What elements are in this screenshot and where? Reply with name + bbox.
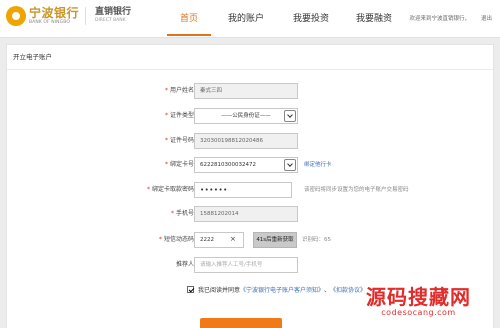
top-header: 宁波银行 BANK OF NINGBO 直销银行 DIRECT BANK 首页 … [0, 0, 500, 38]
submit-button[interactable] [200, 318, 282, 328]
nav-home[interactable]: 首页 [165, 0, 213, 38]
direct-bank-name: 直销银行 [95, 7, 132, 18]
resend-sms-button[interactable]: 41s后重新获取 [253, 232, 297, 248]
main-nav: 首页 我的账户 我要投资 我要融资 [165, 0, 405, 38]
logout-link[interactable]: 退出 [481, 14, 492, 22]
welcome-text: 欢迎来到宁波直销银行， [409, 16, 470, 22]
row-phone: * 手机号： 15881202014 [0, 206, 500, 222]
card-password-label: * 绑定卡取款密码： [146, 186, 200, 193]
bank-logo-icon [6, 6, 26, 26]
logo-english: BANK OF NINGBO [29, 19, 70, 25]
bind-other-card-link[interactable]: 绑定他行卡 [304, 157, 332, 173]
row-sms-code: * 短信动态码： 2222 × 41s后重新获取 识别码：65 [0, 232, 500, 248]
bank-logo[interactable]: 宁波银行 BANK OF NINGBO 直销银行 DIRECT BANK [6, 6, 131, 26]
row-id-number: * 证件号码： 320300198812020486 [0, 133, 500, 149]
chevron-down-icon[interactable] [284, 110, 296, 122]
clear-icon[interactable]: × [230, 235, 236, 243]
card-value: 6222810300032472 [200, 162, 256, 168]
sms-id-hint: 识别码：65 [302, 237, 331, 243]
watermark-cn: 源码搜藏网 [366, 285, 471, 309]
row-card-password: * 绑定卡取款密码： •••••• 该密码将同步设置为您的电子账户交易密码 [0, 182, 500, 198]
id-type-select[interactable]: ——公民身份证—— [194, 108, 298, 124]
agree-text: 我已阅读并同意 [198, 286, 241, 294]
card-password-hint: 该密码将同步设置为您的电子账户交易密码 [304, 187, 409, 193]
customer-notice-link[interactable]: 《宁波银行电子账户客户须知》 [240, 285, 324, 294]
card-select[interactable]: 6222810300032472 [194, 157, 298, 173]
sms-code-input[interactable]: 2222 [194, 232, 244, 248]
nav-invest[interactable]: 我要投资 [279, 0, 343, 38]
name-field[interactable]: 秦式三四 [194, 83, 298, 99]
referrer-input[interactable]: 请输入推荐人工号/手机号 [194, 257, 298, 273]
row-id-type: * 证件类型： ——公民身份证—— [0, 108, 500, 124]
direct-bank-english: DIRECT BANK [95, 18, 126, 24]
sms-code-value: 2222 [200, 237, 214, 243]
nav-finance[interactable]: 我要融资 [343, 0, 405, 38]
logo-name: 宁波银行 [29, 5, 80, 20]
phone-field[interactable]: 15881202014 [194, 206, 298, 222]
debit-agreement-link[interactable]: 《扣款协议》 [330, 285, 366, 294]
card-password-field[interactable]: •••••• [194, 182, 292, 198]
id-number-field[interactable]: 320300198812020486 [194, 133, 298, 149]
row-card: * 绑定卡号： 6222810300032472 绑定他行卡 [0, 157, 500, 173]
id-type-value: ——公民身份证—— [221, 113, 271, 119]
row-referrer: 推荐人： 请输入推荐人工号/手机号 [0, 257, 500, 273]
agreement-row: 我已阅读并同意 《宁波银行电子账户客户须知》 、 《扣款协议》 [187, 283, 366, 295]
watermark: 源码搜藏网 codesocang.com [366, 286, 471, 317]
chevron-down-icon[interactable] [284, 159, 296, 171]
logo-divider [85, 7, 87, 25]
nav-my-account[interactable]: 我的账户 [213, 0, 279, 38]
agree-checkbox[interactable] [187, 285, 194, 293]
watermark-en: codesocang.com [381, 308, 456, 317]
row-name: * 用户姓名： 秦式三四 [0, 83, 500, 99]
panel-title: 开立电子账户 [7, 45, 493, 70]
